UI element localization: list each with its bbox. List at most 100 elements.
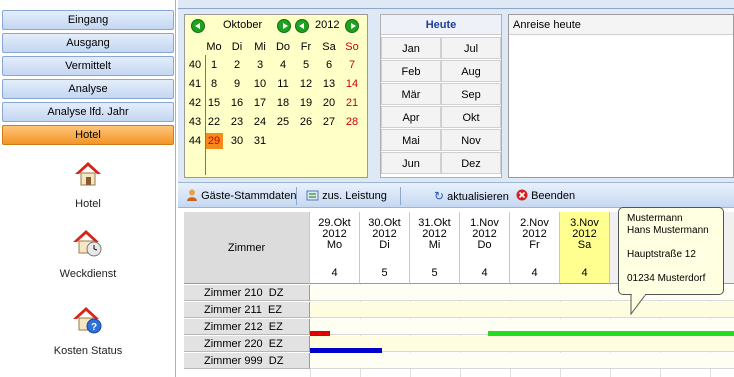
- calendar-day[interactable]: 3: [251, 57, 269, 73]
- month-button[interactable]: Jul: [441, 37, 501, 59]
- services-icon: [306, 190, 319, 201]
- calendar-day[interactable]: 5: [297, 57, 315, 73]
- room-label: Zimmer 212 EZ: [184, 319, 310, 335]
- calendar-month: Oktober: [223, 19, 263, 31]
- prev-year-icon[interactable]: [295, 19, 309, 33]
- month-button[interactable]: Sep: [441, 83, 501, 105]
- column-dow: Di: [379, 239, 390, 251]
- tooltip-pointer: [630, 294, 647, 316]
- calendar-day[interactable]: 24: [251, 114, 269, 130]
- calendar-day[interactable]: 11: [274, 76, 292, 92]
- calendar-day[interactable]: 29: [205, 133, 223, 149]
- calendar-day[interactable]: 16: [228, 95, 246, 111]
- week-number: 44: [188, 135, 202, 147]
- calendar-day[interactable]: 30: [228, 133, 246, 149]
- calendar-day[interactable]: 14: [343, 76, 361, 92]
- date-column-header: 29.Okt 2012 Mo 4: [310, 212, 360, 284]
- date-column-header: 30.Okt 2012 Di 5: [360, 212, 410, 284]
- next-month-icon[interactable]: [277, 19, 291, 33]
- calendar-day[interactable]: 12: [297, 76, 315, 92]
- next-year-icon[interactable]: [345, 19, 359, 33]
- month-button[interactable]: Mär: [381, 83, 441, 105]
- tile-weckdienst[interactable]: Weckdienst: [0, 228, 176, 280]
- refresh-label: aktualisieren: [447, 191, 509, 203]
- tile-kosten-status[interactable]: ? Kosten Status: [0, 305, 176, 357]
- room-row[interactable]: [310, 353, 734, 369]
- calendar-day[interactable]: 31: [251, 133, 269, 149]
- occupancy-count: 4: [331, 267, 338, 279]
- nav-eingang[interactable]: Eingang: [2, 10, 174, 30]
- calendar-day[interactable]: 20: [320, 95, 338, 111]
- month-calendar: Oktober 2012 Mo Di Mi Do Fr Sa So 40 1 2 3 4 5 6 7 41 8…: [184, 14, 368, 178]
- date-column-header: 2.Nov 2012 Fr 4: [510, 212, 560, 284]
- calendar-day[interactable]: 23: [228, 114, 246, 130]
- nav-analyse[interactable]: Analyse: [2, 79, 174, 99]
- calendar-day[interactable]: 9: [228, 76, 246, 92]
- close-icon: [516, 189, 528, 201]
- extra-service-label: zus. Leistung: [322, 190, 387, 202]
- refresh-icon: ↻: [434, 189, 445, 203]
- calendar-day[interactable]: 26: [297, 114, 315, 130]
- column-dow: Sa: [577, 239, 592, 251]
- nav-analyse-lfd-jahr[interactable]: Analyse lfd. Jahr: [2, 102, 174, 122]
- calendar-day[interactable]: 4: [274, 57, 292, 73]
- month-button[interactable]: Jun: [381, 152, 441, 174]
- booking-bar[interactable]: [310, 348, 382, 353]
- calendar-year: 2012: [315, 19, 340, 31]
- date-column-header: 3.Nov 2012 Sa 4: [560, 212, 610, 284]
- svg-text:?: ?: [91, 322, 97, 333]
- calendar-day[interactable]: 19: [297, 95, 315, 111]
- month-button[interactable]: Jan: [381, 37, 441, 59]
- calendar-day[interactable]: 10: [251, 76, 269, 92]
- calendar-day[interactable]: 6: [320, 57, 338, 73]
- refresh-button[interactable]: ↻ aktualisieren: [434, 188, 509, 204]
- calendar-day[interactable]: 28: [343, 114, 361, 130]
- calendar-day[interactable]: 22: [205, 114, 223, 130]
- tile-weckdienst-label: Weckdienst: [59, 268, 117, 280]
- exit-button[interactable]: Beenden: [516, 188, 575, 204]
- occupancy-count: 4: [481, 267, 488, 279]
- guests-master-data-button[interactable]: Gäste-Stammdaten: [186, 188, 296, 204]
- month-button[interactable]: Apr: [381, 106, 441, 128]
- month-button[interactable]: Nov: [441, 129, 501, 151]
- calendar-day[interactable]: 27: [320, 114, 338, 130]
- calendar-day[interactable]: 1: [205, 57, 223, 73]
- occupancy-count: 4: [581, 267, 588, 279]
- arrival-today-panel: Anreise heute: [508, 14, 734, 178]
- month-button[interactable]: Mai: [381, 129, 441, 151]
- nav-ausgang[interactable]: Ausgang: [2, 33, 174, 53]
- month-button[interactable]: Feb: [381, 60, 441, 82]
- extra-service-button[interactable]: zus. Leistung: [306, 188, 387, 204]
- month-button[interactable]: Aug: [441, 60, 501, 82]
- house-icon: [75, 162, 101, 186]
- date-column-header: 1.Nov 2012 Do 4: [460, 212, 510, 284]
- booking-bar[interactable]: [488, 331, 734, 336]
- calendar-day[interactable]: 25: [274, 114, 292, 130]
- today-button[interactable]: Heute: [381, 15, 501, 35]
- calendar-day[interactable]: 13: [320, 76, 338, 92]
- calendar-day[interactable]: 21: [343, 95, 361, 111]
- tooltip-name: Mustermann: [627, 213, 683, 224]
- tile-kosten-status-label: Kosten Status: [53, 345, 123, 357]
- toolbar-separator: [400, 187, 401, 205]
- column-dow: Do: [477, 239, 492, 251]
- week-number: 41: [188, 78, 202, 90]
- person-icon: [187, 189, 197, 201]
- nav-hotel[interactable]: Hotel: [2, 125, 174, 145]
- tile-hotel-label: Hotel: [75, 198, 101, 210]
- calendar-day[interactable]: 15: [205, 95, 223, 111]
- booking-bar[interactable]: [310, 331, 330, 336]
- calendar-day[interactable]: 17: [251, 95, 269, 111]
- month-button[interactable]: Okt: [441, 106, 501, 128]
- tile-hotel[interactable]: Hotel: [0, 160, 176, 210]
- nav-vermittelt[interactable]: Vermittelt: [2, 56, 174, 76]
- calendar-day[interactable]: 8: [205, 76, 223, 92]
- month-button[interactable]: Dez: [441, 152, 501, 174]
- calendar-day[interactable]: 18: [274, 95, 292, 111]
- date-column-header: 31.Okt 2012 Mi 5: [410, 212, 460, 284]
- calendar-day[interactable]: 7: [343, 57, 361, 73]
- room-row[interactable]: [310, 302, 734, 318]
- calendar-day[interactable]: 2: [228, 57, 246, 73]
- prev-month-icon[interactable]: [191, 19, 205, 33]
- room-label: Zimmer 210 DZ: [184, 285, 310, 301]
